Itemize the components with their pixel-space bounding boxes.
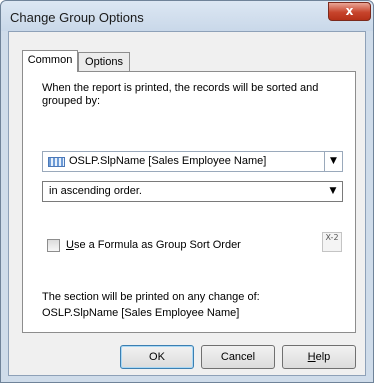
- sort-order-dropdown[interactable]: in ascending order. ▼: [42, 181, 343, 202]
- formula-editor-button[interactable]: X-2: [322, 232, 342, 252]
- group-field-value: OSLP.SlpName [Sales Employee Name]: [69, 155, 267, 167]
- help-accesskey: H: [307, 351, 316, 363]
- chevron-down-icon[interactable]: ▼: [324, 182, 342, 201]
- tab-common[interactable]: Common: [22, 50, 78, 72]
- formula-icon: X-2: [325, 233, 339, 242]
- dialog-body: Common Options When the report is printe…: [8, 31, 366, 376]
- cancel-button[interactable]: Cancel: [201, 345, 275, 369]
- help-label: elp: [315, 351, 331, 363]
- sort-order-value: in ascending order.: [49, 185, 142, 197]
- formula-sort-label[interactable]: Use a Formula as Group Sort Order: [66, 239, 241, 251]
- tab-options[interactable]: Options: [78, 52, 130, 73]
- formula-sort-accesskey: U: [66, 239, 74, 251]
- chevron-down-icon[interactable]: ▼: [324, 152, 342, 171]
- common-tab-panel: When the report is printed, the records …: [22, 71, 356, 333]
- help-button[interactable]: Help: [282, 345, 356, 369]
- group-description: When the report is printed, the records …: [42, 82, 319, 107]
- formula-sort-checkbox[interactable]: [47, 239, 60, 252]
- section-change-info: The section will be printed on any chang…: [42, 289, 260, 321]
- dialog-window: Change Group Options x Common Options Wh…: [0, 0, 374, 383]
- group-field-dropdown[interactable]: OSLP.SlpName [Sales Employee Name] ▼: [42, 151, 343, 172]
- dialog-title: Change Group Options: [10, 10, 144, 25]
- formula-sort-label-text: se a Formula as Group Sort Order: [73, 239, 241, 251]
- close-button[interactable]: x: [328, 2, 371, 21]
- section-change-caption: The section will be printed on any chang…: [42, 291, 260, 303]
- database-field-icon: [48, 157, 65, 167]
- title-bar[interactable]: Change Group Options x: [1, 1, 373, 31]
- ok-button[interactable]: OK: [120, 345, 194, 369]
- section-change-field: OSLP.SlpName [Sales Employee Name]: [42, 307, 240, 319]
